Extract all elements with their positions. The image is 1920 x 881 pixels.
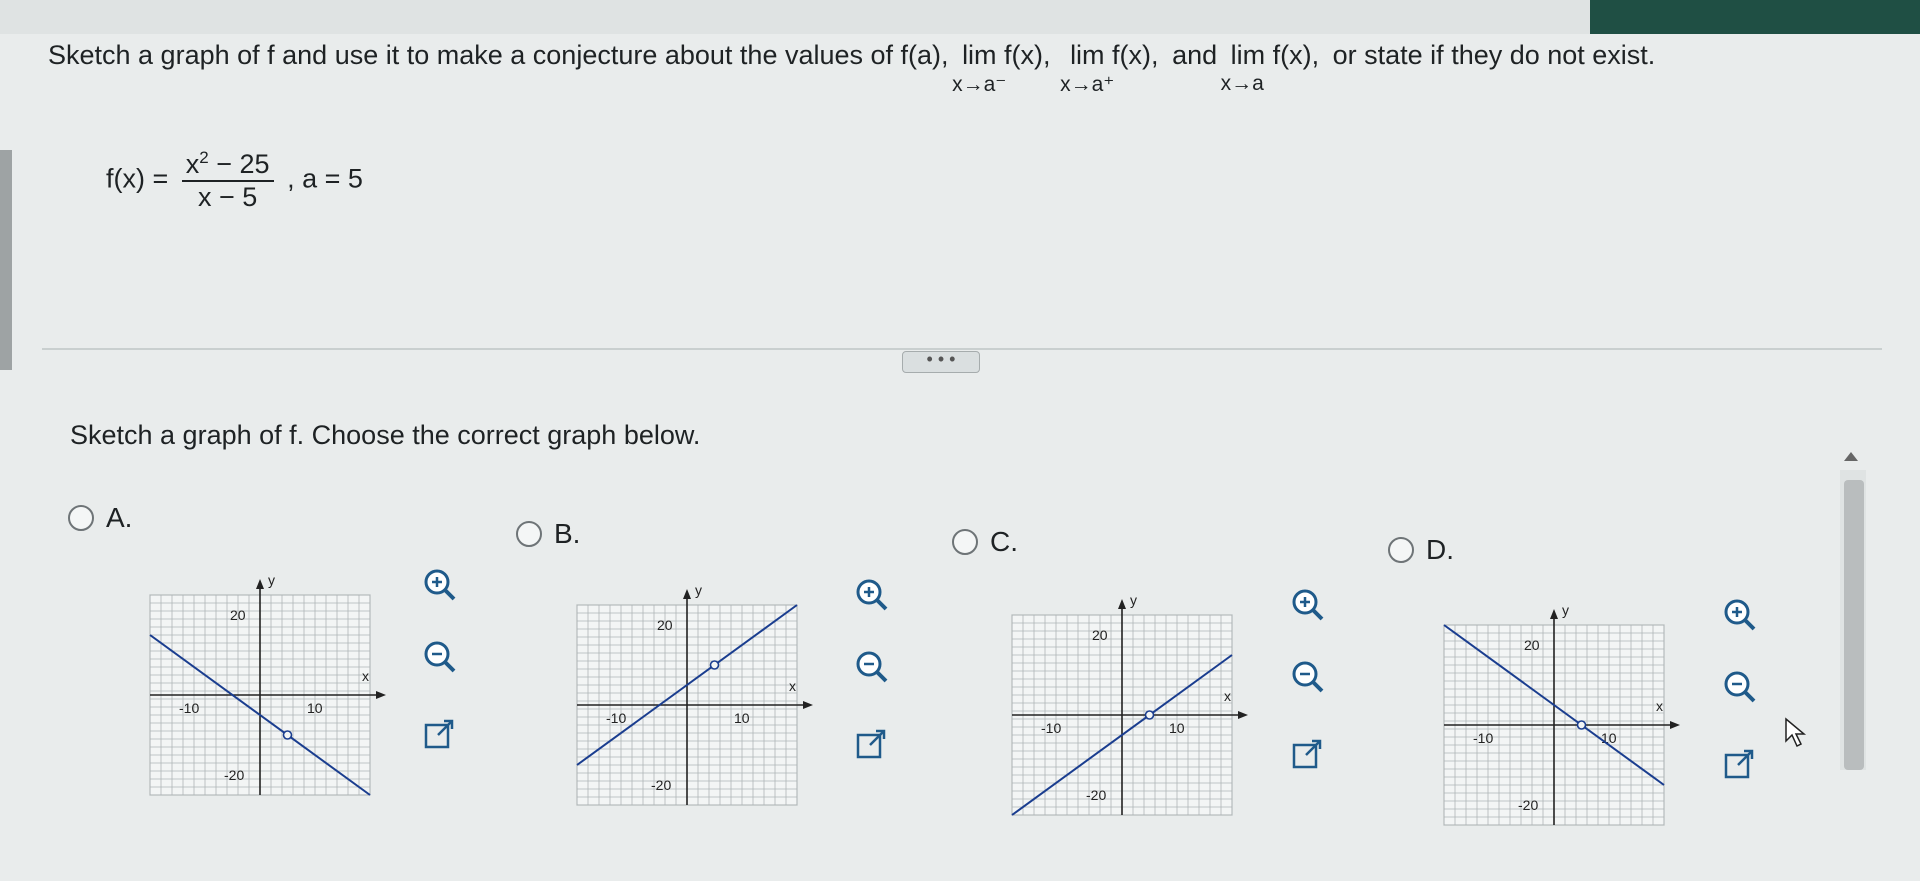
x-tick-neg: -10 — [606, 710, 626, 726]
zoom-in-icon[interactable] — [852, 575, 892, 615]
scroll-up-arrow[interactable] — [1844, 452, 1858, 461]
y-axis-arrow — [256, 579, 264, 589]
function-numerator: x2 − 25 — [181, 148, 274, 182]
limit-left: lim f(x), x→a⁻ — [952, 40, 1051, 96]
y-tick-bottom: -20 — [1086, 787, 1106, 803]
limit-right-sub: x→a⁺ — [1060, 73, 1115, 96]
y-axis-arrow — [1550, 609, 1558, 619]
option-c-label: C. — [990, 526, 1018, 557]
zoom-out-icon[interactable] — [420, 637, 460, 677]
option-a-label: A. — [106, 502, 133, 533]
question-outro: or state if they do not exist. — [1332, 40, 1656, 70]
popout-icon[interactable] — [1720, 745, 1760, 785]
radio-b[interactable] — [516, 521, 542, 547]
y-tick-top: 20 — [1092, 627, 1108, 643]
radio-c[interactable] — [952, 529, 978, 555]
x-tick-neg: -10 — [1473, 730, 1493, 746]
mouse-cursor-icon — [1785, 717, 1807, 748]
y-tick-top: 20 — [230, 607, 246, 623]
y-tick-top: 20 — [1524, 637, 1540, 653]
x-tick-pos: 10 — [1169, 720, 1185, 736]
open-hole-marker — [709, 660, 720, 670]
option-a[interactable]: A. — [68, 502, 132, 534]
y-axis-label: y — [1562, 602, 1569, 618]
scrollbar-thumb[interactable] — [1844, 480, 1864, 770]
x-tick-pos: 10 — [734, 710, 750, 726]
function-fraction: x2 − 25 x − 5 — [181, 148, 274, 213]
option-b-label: B. — [554, 518, 581, 549]
radio-d[interactable] — [1388, 537, 1414, 563]
function-denominator: x − 5 — [198, 182, 258, 212]
left-edge-bar — [0, 150, 12, 370]
radio-a[interactable] — [68, 505, 94, 531]
function-lhs: f(x) = — [106, 163, 169, 194]
function-definition: f(x) = x2 − 25 x − 5 , a = 5 — [106, 148, 363, 213]
graph-d: y x 20 -20 -10 10 — [1443, 602, 1680, 826]
y-axis-label: y — [1130, 592, 1137, 608]
option-c[interactable]: C. — [952, 526, 1018, 558]
section-divider — [42, 348, 1882, 350]
option-d-label: D. — [1426, 534, 1454, 565]
question-panel: Sketch a graph of f and use it to make a… — [12, 0, 1882, 881]
y-axis-arrow — [683, 589, 691, 599]
sub-prompt: Sketch a graph of f. Choose the correct … — [70, 420, 701, 450]
x-tick-pos: 10 — [307, 700, 323, 716]
graph-a: y x 20 -20 -10 10 — [149, 572, 386, 796]
zoom-out-icon[interactable] — [1720, 667, 1760, 707]
zoom-in-icon[interactable] — [420, 565, 460, 605]
zoom-in-icon[interactable] — [1288, 585, 1328, 625]
x-tick-neg: -10 — [179, 700, 199, 716]
popout-icon[interactable] — [420, 715, 460, 755]
option-d[interactable]: D. — [1388, 534, 1454, 566]
x-axis-label: x — [362, 668, 369, 684]
zoom-in-icon[interactable] — [1720, 595, 1760, 635]
open-hole-marker — [282, 730, 293, 740]
question-text: Sketch a graph of f and use it to make a… — [48, 40, 1656, 96]
a-value: , a = 5 — [287, 163, 363, 194]
and-text: and — [1172, 40, 1218, 70]
x-tick-neg: -10 — [1041, 720, 1061, 736]
y-axis-arrow — [1118, 599, 1126, 609]
x-axis-arrow — [1238, 711, 1248, 719]
open-hole-marker — [1144, 710, 1155, 720]
x-axis-label: x — [1224, 688, 1231, 704]
y-tick-bottom: -20 — [224, 767, 244, 783]
limit-both-sub: x→a — [1220, 72, 1264, 95]
limit-left-sub: x→a⁻ — [952, 73, 1007, 96]
y-tick-top: 20 — [657, 617, 673, 633]
limit-right: lim f(x), x→a⁺ — [1060, 40, 1159, 96]
x-tick-pos: 10 — [1601, 730, 1617, 746]
popout-icon[interactable] — [1288, 735, 1328, 775]
x-axis-arrow — [803, 701, 813, 709]
zoom-out-icon[interactable] — [1288, 657, 1328, 697]
x-axis-label: x — [1656, 698, 1663, 714]
expand-button[interactable]: • • • — [902, 350, 980, 373]
y-tick-bottom: -20 — [651, 777, 671, 793]
popout-icon[interactable] — [852, 725, 892, 765]
limit-both: lim f(x), x→a — [1220, 40, 1320, 95]
graph-c: y x 20 -20 -10 10 — [1011, 592, 1248, 816]
y-axis-label: y — [695, 582, 702, 598]
question-intro: Sketch a graph of f and use it to make a… — [48, 40, 949, 70]
y-axis-label: y — [268, 572, 275, 588]
graph-b: y x 20 -20 -10 10 — [576, 582, 813, 806]
x-axis-arrow — [376, 691, 386, 699]
x-axis-label: x — [789, 678, 796, 694]
y-tick-bottom: -20 — [1518, 797, 1538, 813]
zoom-out-icon[interactable] — [852, 647, 892, 687]
open-hole-marker — [1576, 720, 1587, 730]
option-b[interactable]: B. — [516, 518, 580, 550]
x-axis-arrow — [1670, 721, 1680, 729]
